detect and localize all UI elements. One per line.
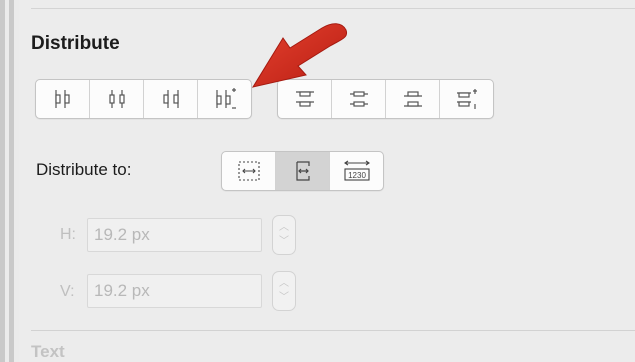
distribute-to-fixed-value-icon: 1230: [343, 160, 370, 181]
distribute-to-spacing-button[interactable]: [276, 152, 330, 190]
h-field[interactable]: [87, 218, 262, 252]
section-divider: [31, 330, 635, 331]
distribute-to-label: Distribute to:: [36, 160, 132, 179]
distribute-to-selection-icon: [237, 161, 260, 181]
v-stepper[interactable]: ︿ ﹀: [272, 271, 296, 311]
h-input[interactable]: [88, 219, 260, 251]
chevron-down-icon: ﹀: [279, 236, 289, 247]
text-section-title: Text: [31, 342, 65, 361]
v-label: V:: [60, 283, 75, 300]
chevron-up-icon: ︿: [279, 222, 289, 233]
distribute-to-fixed-value-button[interactable]: 1230: [330, 152, 383, 190]
v-input[interactable]: [88, 275, 260, 307]
red-arrow-icon: [251, 23, 348, 88]
svg-text:1230: 1230: [348, 171, 366, 180]
h-label: H:: [60, 226, 76, 243]
v-field[interactable]: [87, 274, 262, 308]
h-stepper[interactable]: ︿ ﹀: [272, 215, 296, 255]
chevron-up-icon: ︿: [279, 278, 289, 289]
distribute-to-selection-button[interactable]: [222, 152, 276, 190]
distribute-to-spacing-icon: [295, 161, 310, 181]
chevron-down-icon: ﹀: [279, 292, 289, 303]
distribute-to-control: 1230: [221, 151, 384, 191]
